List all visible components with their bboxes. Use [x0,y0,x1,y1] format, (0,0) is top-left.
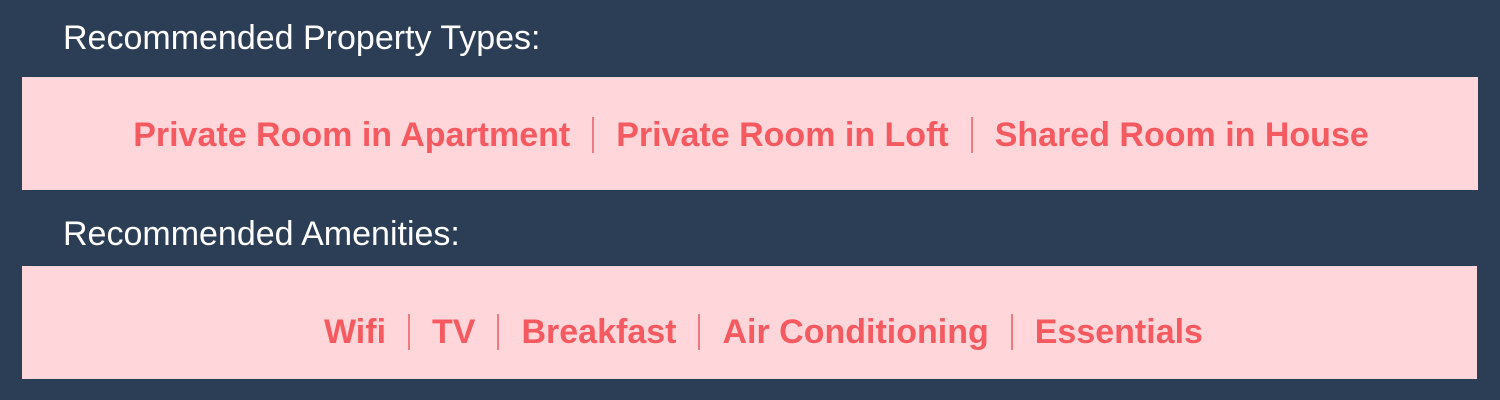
amenity-item[interactable]: Air Conditioning [722,312,988,352]
property-types-heading: Recommended Property Types: [63,19,541,57]
separator [1010,313,1013,350]
amenity-item[interactable]: Breakfast [521,312,676,352]
amenities-list: Wifi TV Breakfast Air Conditioning Essen… [324,312,1203,352]
amenity-item[interactable]: Wifi [324,312,386,352]
amenity-item[interactable]: TV [432,312,475,352]
separator [592,116,595,153]
separator [497,313,500,350]
separator [408,313,411,350]
property-types-panel: Private Room in Apartment Private Room i… [22,77,1478,190]
amenities-heading: Recommended Amenities: [63,215,460,253]
separator [698,313,701,350]
amenities-panel: Wifi TV Breakfast Air Conditioning Essen… [22,266,1477,379]
amenity-item[interactable]: Essentials [1035,312,1203,352]
separator [970,116,973,153]
property-types-list: Private Room in Apartment Private Room i… [133,115,1369,155]
property-type-item[interactable]: Private Room in Apartment [133,115,570,155]
property-type-item[interactable]: Private Room in Loft [616,115,948,155]
property-type-item[interactable]: Shared Room in House [995,115,1369,155]
